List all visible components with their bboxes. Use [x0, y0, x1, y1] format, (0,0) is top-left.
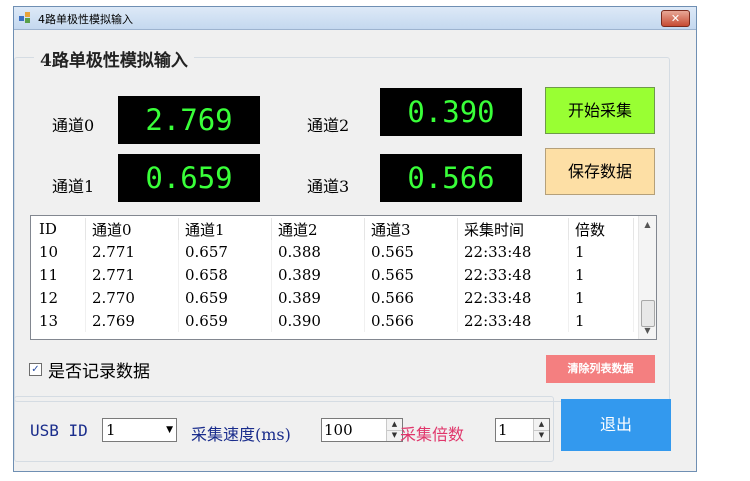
speed-stepper[interactable]: 100 ▲ ▼: [321, 418, 403, 442]
channel1-display: 0.659: [118, 154, 260, 202]
multiplier-stepper-buttons: ▲ ▼: [533, 419, 549, 441]
channel3-display: 0.566: [380, 154, 522, 202]
window-title: 4路单极性模拟输入: [38, 13, 133, 26]
multiplier-value: 1: [498, 421, 508, 439]
cell-id: 10: [33, 240, 86, 263]
app-icon: [19, 12, 30, 23]
column-header-id[interactable]: ID: [33, 218, 86, 240]
usb-id-label: USB ID: [30, 421, 88, 440]
speed-value: 100: [324, 421, 353, 439]
channel0-display: 2.769: [118, 96, 260, 144]
group-title: 4路单极性模拟输入: [34, 46, 194, 71]
cell-id: 11: [33, 263, 86, 286]
cell-mult: 1: [568, 309, 634, 332]
start-acquisition-button[interactable]: 开始采集: [545, 87, 655, 134]
column-header-ch2[interactable]: 通道2: [271, 218, 365, 240]
cell-ch0: 2.771: [85, 240, 179, 263]
speed-label: 采集速度(ms): [191, 425, 291, 444]
channel1-label: 通道1: [52, 177, 95, 196]
cell-ch2: 0.389: [271, 286, 365, 309]
table-row[interactable]: 10 2.771 0.657 0.388 0.565 22:33:48 1: [33, 240, 634, 263]
record-data-checkbox[interactable]: ✓: [29, 363, 42, 376]
cell-ch0: 2.769: [85, 309, 179, 332]
cell-mult: 1: [568, 240, 634, 263]
column-header-ch3[interactable]: 通道3: [364, 218, 458, 240]
usb-id-select[interactable]: 1 ▼: [102, 418, 177, 442]
table-header-row: ID 通道0 通道1 通道2 通道3 采集时间 倍数: [33, 218, 634, 240]
usb-id-value: 1: [106, 421, 116, 439]
cell-ch3: 0.565: [364, 263, 458, 286]
cell-mult: 1: [568, 286, 634, 309]
cell-ch0: 2.771: [85, 263, 179, 286]
table-row[interactable]: 13 2.769 0.659 0.390 0.566 22:33:48 1: [33, 309, 634, 332]
cell-ch3: 0.565: [364, 240, 458, 263]
cell-ch1: 0.658: [178, 263, 272, 286]
scroll-down-icon[interactable]: ▼: [639, 322, 656, 339]
record-data-label[interactable]: 是否记录数据: [48, 357, 150, 382]
table-row[interactable]: 11 2.771 0.658 0.389 0.565 22:33:48 1: [33, 263, 634, 286]
cell-ch0: 2.770: [85, 286, 179, 309]
multiplier-label: 采集倍数: [400, 425, 465, 444]
vertical-scrollbar[interactable]: ▲ ▼: [638, 216, 656, 339]
save-data-button[interactable]: 保存数据: [545, 148, 655, 195]
check-icon: ✓: [31, 364, 40, 375]
cell-time: 22:33:48: [457, 240, 569, 263]
title-bar[interactable]: 4路单极性模拟输入 ✕: [14, 7, 696, 30]
channel0-label: 通道0: [52, 116, 95, 135]
column-header-ch0[interactable]: 通道0: [85, 218, 179, 240]
column-header-mult[interactable]: 倍数: [568, 218, 634, 240]
cell-ch1: 0.659: [178, 309, 272, 332]
channel2-label: 通道2: [307, 116, 350, 135]
chevron-down-icon[interactable]: ▼: [166, 419, 173, 441]
spin-down-icon[interactable]: ▼: [534, 430, 549, 441]
cell-mult: 1: [568, 263, 634, 286]
cell-id: 12: [33, 286, 86, 309]
channel2-display: 0.390: [380, 88, 522, 136]
exit-button[interactable]: 退出: [561, 399, 671, 451]
clear-list-button[interactable]: 清除列表数据: [546, 355, 655, 383]
cell-ch3: 0.566: [364, 309, 458, 332]
cell-id: 13: [33, 309, 86, 332]
cell-ch1: 0.659: [178, 286, 272, 309]
scroll-up-icon[interactable]: ▲: [639, 216, 656, 233]
cell-ch3: 0.566: [364, 286, 458, 309]
multiplier-stepper[interactable]: 1 ▲ ▼: [495, 418, 550, 442]
cell-ch2: 0.388: [271, 240, 365, 263]
cell-time: 22:33:48: [457, 286, 569, 309]
cell-ch1: 0.657: [178, 240, 272, 263]
cell-time: 22:33:48: [457, 263, 569, 286]
column-header-ch1[interactable]: 通道1: [178, 218, 272, 240]
cell-ch2: 0.390: [271, 309, 365, 332]
channel3-label: 通道3: [307, 177, 350, 196]
column-header-time[interactable]: 采集时间: [457, 218, 569, 240]
data-list[interactable]: ID 通道0 通道1 通道2 通道3 采集时间 倍数 10 2.771 0.65…: [30, 215, 657, 340]
cell-ch2: 0.389: [271, 263, 365, 286]
cell-time: 22:33:48: [457, 309, 569, 332]
data-table: ID 通道0 通道1 通道2 通道3 采集时间 倍数 10 2.771 0.65…: [33, 218, 634, 332]
close-button[interactable]: ✕: [661, 10, 690, 27]
table-row[interactable]: 12 2.770 0.659 0.389 0.566 22:33:48 1: [33, 286, 634, 309]
